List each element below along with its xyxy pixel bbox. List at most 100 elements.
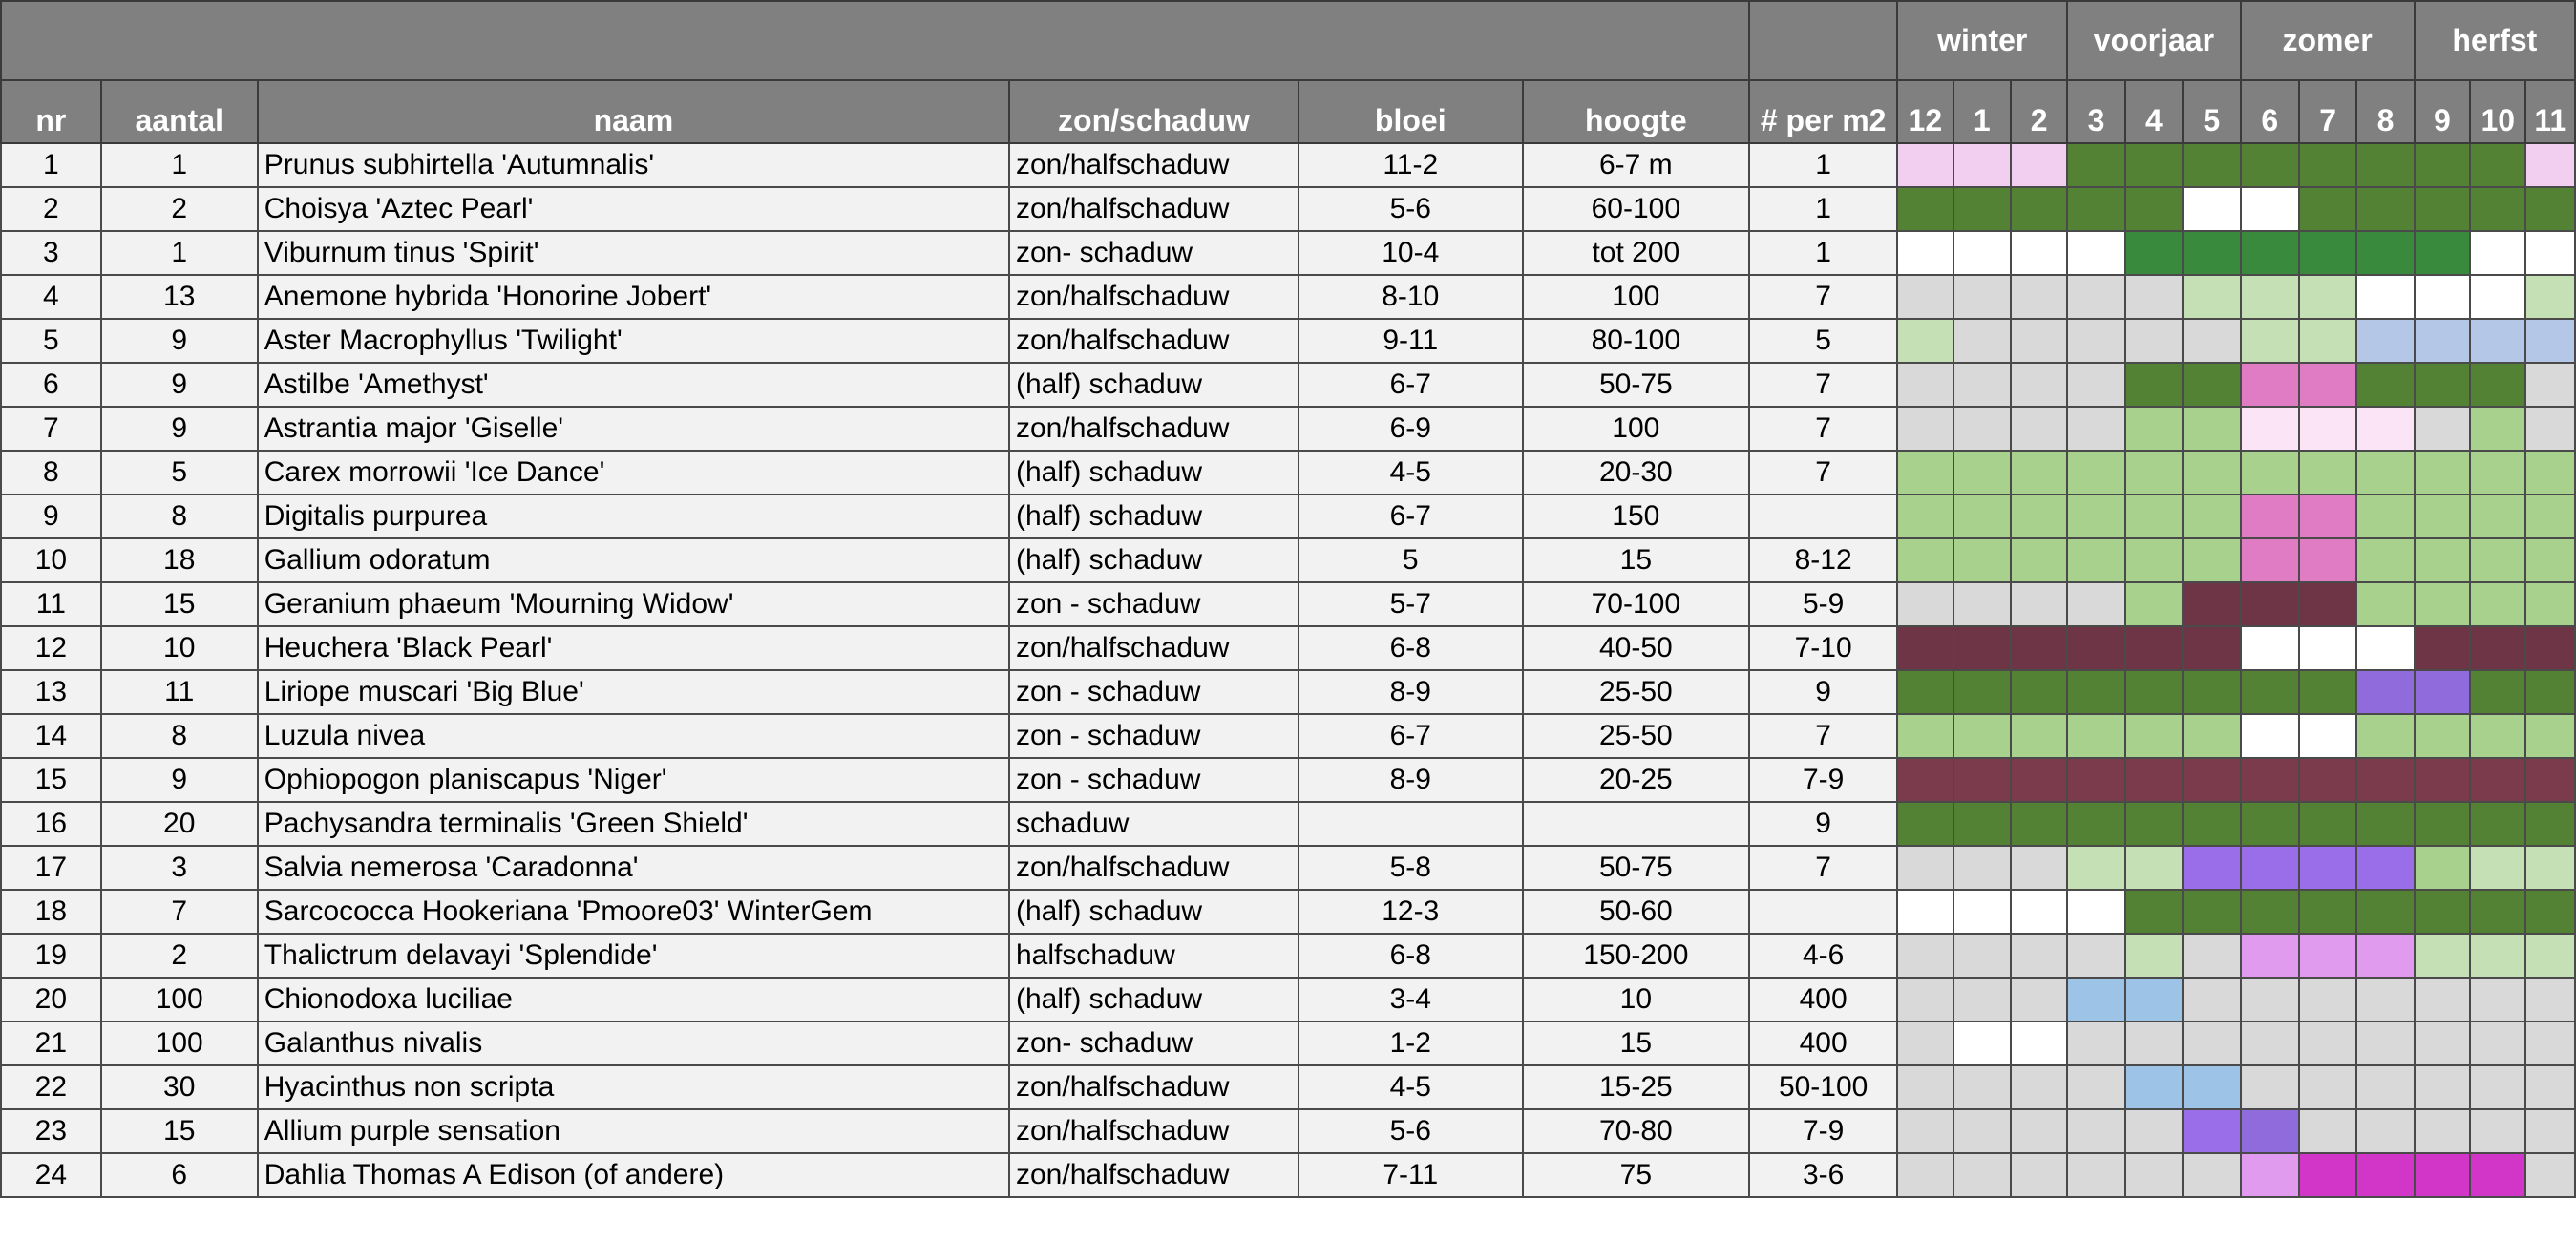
month-cell bbox=[2182, 625, 2242, 671]
cell-per-m2: 400 bbox=[1748, 977, 1899, 1022]
cell-bloei bbox=[1297, 801, 1524, 847]
month-cell bbox=[2123, 186, 2185, 232]
month-cell bbox=[2469, 625, 2527, 671]
month-cell bbox=[2297, 1152, 2358, 1198]
month-cell bbox=[2066, 186, 2126, 232]
month-cell bbox=[2239, 1152, 2300, 1198]
month-cell bbox=[1896, 230, 1954, 276]
month-cell bbox=[1952, 669, 2012, 715]
cell-zon-schaduw: (half) schaduw bbox=[1007, 362, 1299, 408]
cell-aantal: 9 bbox=[99, 757, 259, 803]
cell-bloei: 3-4 bbox=[1297, 977, 1524, 1022]
table-row: 23 15 Allium purple sensation zon/halfschad… bbox=[0, 1108, 2576, 1154]
month-cell bbox=[2066, 757, 2126, 803]
cell-bloei: 1-2 bbox=[1297, 1021, 1524, 1066]
month-cell bbox=[2413, 581, 2472, 627]
month-cell bbox=[1896, 581, 1954, 627]
month-header: 11 bbox=[2524, 79, 2576, 144]
cell-per-m2: 4-6 bbox=[1748, 933, 1899, 979]
cell-naam: Thalictrum delavayi 'Splendide' bbox=[256, 933, 1010, 979]
month-cell bbox=[2123, 1152, 2185, 1198]
cell-aantal: 18 bbox=[99, 537, 259, 583]
month-cell bbox=[2066, 1021, 2126, 1066]
month-cell bbox=[2413, 669, 2472, 715]
cell-naam: Carex morrowii 'Ice Dance' bbox=[256, 450, 1010, 495]
cell-aantal: 20 bbox=[99, 801, 259, 847]
month-cell bbox=[1952, 318, 2012, 364]
cell-aantal: 9 bbox=[99, 318, 259, 364]
month-cell bbox=[2355, 669, 2416, 715]
month-cell bbox=[2066, 933, 2126, 979]
cell-bloei: 8-9 bbox=[1297, 669, 1524, 715]
month-cell bbox=[1952, 889, 2012, 935]
cell-hoogte: 70-100 bbox=[1521, 581, 1751, 627]
month-cell bbox=[1896, 274, 1954, 320]
month-header: 9 bbox=[2413, 79, 2472, 144]
cell-per-m2: 1 bbox=[1748, 230, 1899, 276]
month-cell bbox=[1952, 757, 2012, 803]
month-cell bbox=[2469, 757, 2527, 803]
cell-hoogte: 10 bbox=[1521, 977, 1751, 1022]
season-header-row: winter voorjaar zomer herfst bbox=[0, 0, 2576, 81]
month-cell bbox=[2297, 801, 2358, 847]
col-header-nr: nr bbox=[0, 79, 102, 144]
month-cell bbox=[2009, 1152, 2069, 1198]
cell-nr: 11 bbox=[0, 581, 102, 627]
cell-zon-schaduw: zon - schaduw bbox=[1007, 669, 1299, 715]
month-cell bbox=[2009, 1108, 2069, 1154]
cell-hoogte: 25-50 bbox=[1521, 669, 1751, 715]
month-cell bbox=[2239, 845, 2300, 891]
cell-per-m2: 7 bbox=[1748, 845, 1899, 891]
cell-zon-schaduw: (half) schaduw bbox=[1007, 977, 1299, 1022]
month-cell bbox=[2182, 1108, 2242, 1154]
cell-per-m2: 5-9 bbox=[1748, 581, 1899, 627]
cell-aantal: 15 bbox=[99, 581, 259, 627]
month-cell bbox=[2066, 801, 2126, 847]
cell-hoogte: 150 bbox=[1521, 494, 1751, 539]
cell-naam: Prunus subhirtella 'Autumnalis' bbox=[256, 142, 1010, 188]
month-cell bbox=[1896, 933, 1954, 979]
month-cell bbox=[2123, 1064, 2185, 1110]
month-cell bbox=[2239, 757, 2300, 803]
month-cell bbox=[2066, 362, 2126, 408]
month-cell bbox=[2239, 1021, 2300, 1066]
month-cell bbox=[2123, 801, 2185, 847]
month-cell bbox=[1952, 1064, 2012, 1110]
month-cell bbox=[1896, 757, 1954, 803]
cell-naam: Allium purple sensation bbox=[256, 1108, 1010, 1154]
month-cell bbox=[2239, 581, 2300, 627]
cell-naam: Luzula nivea bbox=[256, 713, 1010, 759]
month-cell bbox=[2123, 230, 2185, 276]
month-cell bbox=[2123, 1108, 2185, 1154]
month-cell bbox=[2297, 889, 2358, 935]
table-row: 9 8 Digitalis purpurea (half) schaduw 6-7 150 bbox=[0, 494, 2576, 539]
month-cell bbox=[2524, 977, 2576, 1022]
cell-hoogte: 15-25 bbox=[1521, 1064, 1751, 1110]
month-cell bbox=[2413, 406, 2472, 452]
cell-hoogte: 75 bbox=[1521, 1152, 1751, 1198]
month-cell bbox=[2413, 757, 2472, 803]
cell-aantal: 15 bbox=[99, 1108, 259, 1154]
month-cell bbox=[2355, 625, 2416, 671]
month-cell bbox=[1896, 1064, 1954, 1110]
table-row: 2 2 Choisya 'Aztec Pearl' zon/halfschaduw 5-… bbox=[0, 186, 2576, 232]
month-cell bbox=[2297, 757, 2358, 803]
cell-per-m2: 7 bbox=[1748, 274, 1899, 320]
cell-nr: 13 bbox=[0, 669, 102, 715]
cell-hoogte: 15 bbox=[1521, 537, 1751, 583]
month-header: 5 bbox=[2182, 79, 2242, 144]
month-cell bbox=[2009, 274, 2069, 320]
month-cell bbox=[2469, 1064, 2527, 1110]
month-cell bbox=[2297, 933, 2358, 979]
cell-naam: Geranium phaeum 'Mourning Widow' bbox=[256, 581, 1010, 627]
month-header: 1 bbox=[1952, 79, 2012, 144]
month-cell bbox=[2524, 142, 2576, 188]
cell-zon-schaduw: zon/halfschaduw bbox=[1007, 1152, 1299, 1198]
month-cell bbox=[2239, 494, 2300, 539]
month-cell bbox=[1952, 845, 2012, 891]
month-cell bbox=[2182, 186, 2242, 232]
cell-bloei: 5-6 bbox=[1297, 186, 1524, 232]
cell-per-m2: 5 bbox=[1748, 318, 1899, 364]
cell-aantal: 3 bbox=[99, 845, 259, 891]
cell-aantal: 100 bbox=[99, 977, 259, 1022]
